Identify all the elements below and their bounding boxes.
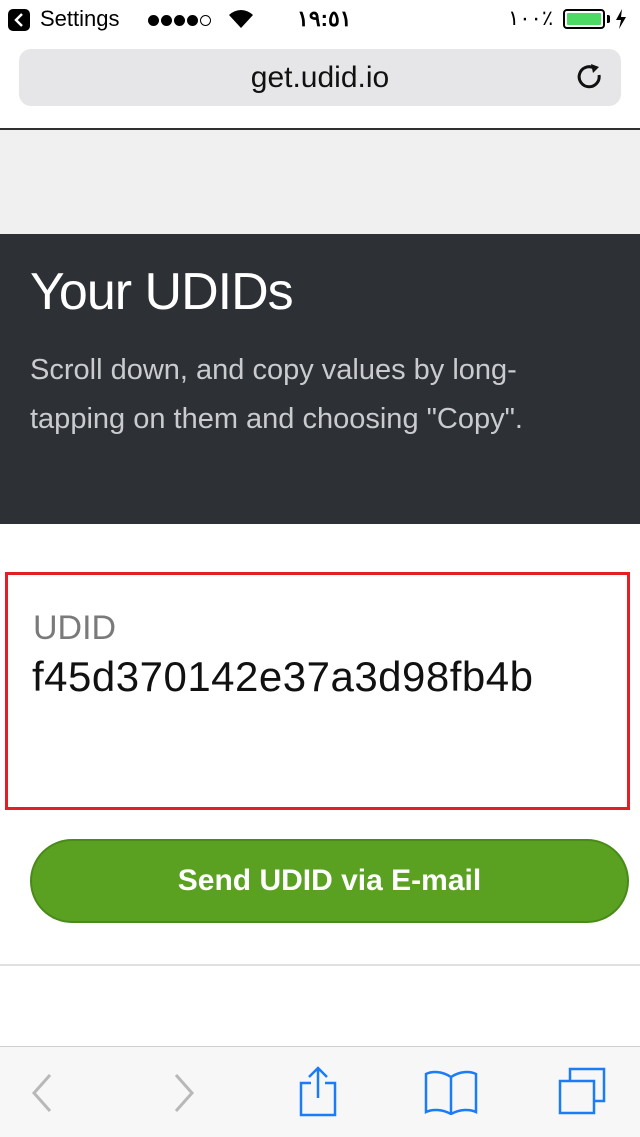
bookmarks-icon[interactable]: [424, 1069, 478, 1115]
page-title: Your UDIDs: [30, 263, 294, 321]
udid-label: UDID: [33, 609, 117, 647]
share-icon[interactable]: [298, 1065, 338, 1117]
charging-bolt-icon: [616, 9, 626, 29]
forward-arrow-icon[interactable]: [172, 1073, 196, 1113]
wifi-icon: [229, 10, 253, 28]
page-divider: [0, 964, 640, 966]
reload-icon[interactable]: [577, 63, 605, 93]
tabs-icon[interactable]: [556, 1065, 608, 1117]
cellular-signal-icon: [148, 13, 213, 31]
page-description: Scroll down, and copy values by long-tap…: [30, 354, 523, 435]
send-udid-email-button[interactable]: Send UDID via E-mail: [30, 839, 629, 923]
battery-percent: ١٠٠٪: [508, 7, 554, 30]
address-bar[interactable]: get.udid.io: [19, 49, 621, 106]
browser-toolbar: [0, 1046, 640, 1137]
udid-highlight-box: UDID f45d370142e37a3d98fb4b: [5, 572, 630, 810]
back-to-settings-icon[interactable]: [8, 9, 30, 31]
battery-icon: [563, 9, 605, 29]
battery-tip: [607, 15, 610, 23]
clock: ١٩:٥١: [297, 6, 352, 31]
back-arrow-icon[interactable]: [30, 1073, 54, 1113]
status-bar: Settings ١٩:٥١ ١٠٠٪: [0, 0, 640, 40]
page-top-band: [0, 130, 640, 234]
back-to-app-label[interactable]: Settings: [40, 6, 120, 32]
url-text[interactable]: get.udid.io: [19, 61, 621, 95]
hero-section: Your UDIDs Scroll down, and copy values …: [0, 234, 640, 524]
udid-value[interactable]: f45d370142e37a3d98fb4b: [32, 653, 534, 701]
